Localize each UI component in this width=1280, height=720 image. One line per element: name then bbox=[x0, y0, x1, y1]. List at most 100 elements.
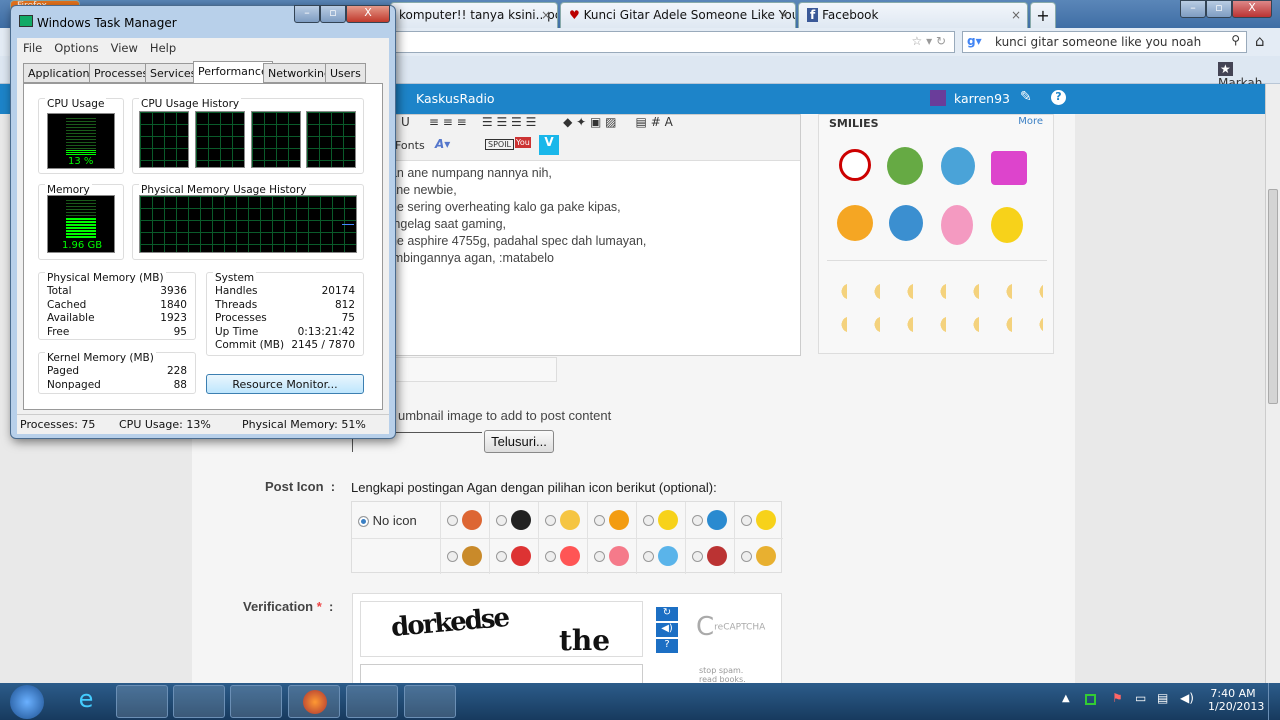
icon-option-thumb[interactable] bbox=[741, 546, 776, 566]
font-color-icon[interactable]: A▾ bbox=[435, 137, 450, 151]
maximize-button[interactable]: ▫ bbox=[1206, 0, 1232, 18]
tab-processes[interactable]: Processes bbox=[89, 63, 154, 83]
browse-button[interactable]: Telusuri... bbox=[484, 430, 554, 453]
smiley-saha[interactable] bbox=[839, 149, 871, 181]
menu-view[interactable]: View bbox=[111, 41, 138, 55]
new-tab-button[interactable]: + bbox=[1030, 2, 1056, 28]
resource-monitor-button[interactable]: Resource Monitor... bbox=[206, 374, 364, 394]
captcha-help-icon[interactable]: ? bbox=[656, 639, 678, 653]
menu-help[interactable]: Help bbox=[150, 41, 176, 55]
close-icon[interactable]: × bbox=[1011, 8, 1021, 22]
tm-maximize-button[interactable]: ▫ bbox=[320, 5, 346, 23]
icon-radio[interactable] bbox=[643, 514, 654, 526]
firefox-icon[interactable] bbox=[288, 685, 340, 718]
icon-radio[interactable] bbox=[692, 514, 703, 526]
icon-radio[interactable] bbox=[545, 514, 556, 526]
nav-kaskusradio[interactable]: KaskusRadio bbox=[416, 91, 495, 106]
smiley-grin[interactable] bbox=[837, 205, 873, 241]
spoiler-icon[interactable]: SPOIL bbox=[485, 139, 515, 150]
icon-option-cool[interactable] bbox=[692, 510, 727, 530]
menu-file[interactable]: File bbox=[23, 41, 42, 55]
icon-radio[interactable] bbox=[692, 550, 703, 562]
minimize-button[interactable]: – bbox=[1180, 0, 1206, 18]
start-button[interactable] bbox=[10, 685, 44, 719]
task-manager-taskbar-icon[interactable] bbox=[404, 685, 456, 718]
icon-radio[interactable] bbox=[496, 550, 507, 562]
tray-volume-icon[interactable]: ◀) bbox=[1180, 691, 1194, 705]
no-icon-radio[interactable]: No icon bbox=[358, 513, 417, 528]
close-icon[interactable]: × bbox=[541, 8, 551, 22]
tab-facebook[interactable]: f Facebook × bbox=[798, 2, 1028, 28]
menu-options[interactable]: Options bbox=[54, 41, 98, 55]
icon-radio[interactable] bbox=[643, 550, 654, 562]
small-smilies-grid[interactable] bbox=[833, 275, 1043, 335]
tab-users[interactable]: Users bbox=[325, 63, 366, 83]
icon-option-poop[interactable] bbox=[447, 546, 482, 566]
smiley-repost[interactable] bbox=[991, 151, 1027, 185]
fonts-dropdown[interactable]: Fonts bbox=[395, 139, 425, 152]
icon-option-laugh[interactable] bbox=[545, 546, 580, 566]
smiley-shout[interactable] bbox=[887, 147, 923, 185]
app-icon-pink[interactable] bbox=[346, 685, 398, 718]
internet-explorer-icon[interactable]: e bbox=[60, 685, 112, 718]
icon-radio[interactable] bbox=[594, 550, 605, 562]
tray-power-icon[interactable]: ▭ bbox=[1135, 691, 1146, 705]
tab-kunci-gitar[interactable]: ♥ Kunci Gitar Adele Someone Like You ...… bbox=[560, 2, 796, 28]
help-icon[interactable]: ? bbox=[1051, 90, 1066, 105]
captcha-refresh-icon[interactable]: ↻ bbox=[656, 607, 678, 621]
captcha-audio-icon[interactable]: ◀) bbox=[656, 623, 678, 637]
app-icon[interactable] bbox=[230, 685, 282, 718]
tray-expand-icon[interactable]: ▲ bbox=[1062, 693, 1070, 704]
smiley-blue[interactable] bbox=[941, 147, 975, 185]
icon-radio[interactable] bbox=[741, 550, 752, 562]
icon-option-bulb[interactable] bbox=[545, 510, 580, 530]
icon-radio[interactable] bbox=[447, 514, 458, 526]
tm-close-button[interactable]: X bbox=[346, 5, 390, 23]
vimeo-icon[interactable]: V bbox=[539, 135, 559, 155]
tray-network-icon[interactable]: ▤ bbox=[1157, 691, 1168, 705]
icon-option-heart[interactable] bbox=[594, 546, 629, 566]
url-bar[interactable]: ☆ ▾ ↻ bbox=[395, 31, 955, 53]
scrollbar-thumb[interactable] bbox=[1268, 189, 1278, 404]
tray-flag-icon[interactable]: ⚑ bbox=[1112, 691, 1123, 705]
page-scrollbar[interactable] bbox=[1265, 84, 1280, 684]
explorer-icon[interactable] bbox=[116, 685, 168, 718]
home-icon[interactable]: ⌂ bbox=[1255, 32, 1265, 50]
icon-radio[interactable] bbox=[741, 514, 752, 526]
clock[interactable]: 7:40 AM 1/20/2013 bbox=[1208, 687, 1264, 713]
tab-performance[interactable]: Performance bbox=[193, 61, 273, 84]
smiley-pink[interactable] bbox=[941, 205, 973, 245]
media-player-icon[interactable] bbox=[173, 685, 225, 718]
pencil-icon[interactable]: ✎ bbox=[1020, 89, 1032, 105]
tm-minimize-button[interactable]: – bbox=[294, 5, 320, 23]
icon-radio[interactable] bbox=[447, 550, 458, 562]
editor-textarea[interactable]: gan ane numpang nannya nih, l ane newbie… bbox=[361, 161, 800, 268]
icon-option-star[interactable] bbox=[643, 510, 678, 530]
icon-option-clapper[interactable] bbox=[496, 510, 531, 530]
icon-radio[interactable] bbox=[594, 514, 605, 526]
show-desktop-button[interactable] bbox=[1268, 683, 1280, 720]
icon-option-angry[interactable] bbox=[496, 546, 531, 566]
username-link[interactable]: karren93 bbox=[954, 91, 1010, 106]
close-icon[interactable]: × bbox=[779, 8, 789, 22]
icon-option-smile[interactable] bbox=[741, 510, 776, 530]
radio-selected[interactable] bbox=[358, 516, 369, 528]
icon-option-warning[interactable] bbox=[594, 510, 629, 530]
icon-option-spiky[interactable] bbox=[692, 546, 727, 566]
icon-radio[interactable] bbox=[545, 550, 556, 562]
search-icon[interactable]: ⚲ bbox=[1231, 33, 1240, 47]
tab-komputer[interactable]: komputer!! tanya ksini.. pc c...× bbox=[390, 2, 558, 28]
bookmark-star-icon[interactable]: ☆ ▾ ↻ bbox=[912, 34, 946, 48]
icon-option-blue-face[interactable] bbox=[643, 546, 678, 566]
avatar[interactable] bbox=[930, 90, 946, 106]
search-input[interactable]: g▾ kunci gitar someone like you noah ⚲ bbox=[962, 31, 1247, 53]
close-button[interactable]: X bbox=[1232, 0, 1272, 18]
youtube-icon[interactable]: You bbox=[515, 137, 531, 148]
icon-option-pencil[interactable] bbox=[447, 510, 482, 530]
tray-app-icon[interactable] bbox=[1085, 694, 1096, 705]
smilies-more-link[interactable]: More bbox=[1018, 116, 1043, 127]
icon-radio[interactable] bbox=[496, 514, 507, 526]
format-buttons[interactable]: U ≡ ≡ ≡ ☰ ☰ ☰ ☰ ◆ ✦ ▣ ▨ ▤ # A bbox=[361, 115, 800, 137]
smiley-blue-eyes[interactable] bbox=[889, 205, 923, 241]
smiley-yellow[interactable] bbox=[991, 207, 1023, 243]
